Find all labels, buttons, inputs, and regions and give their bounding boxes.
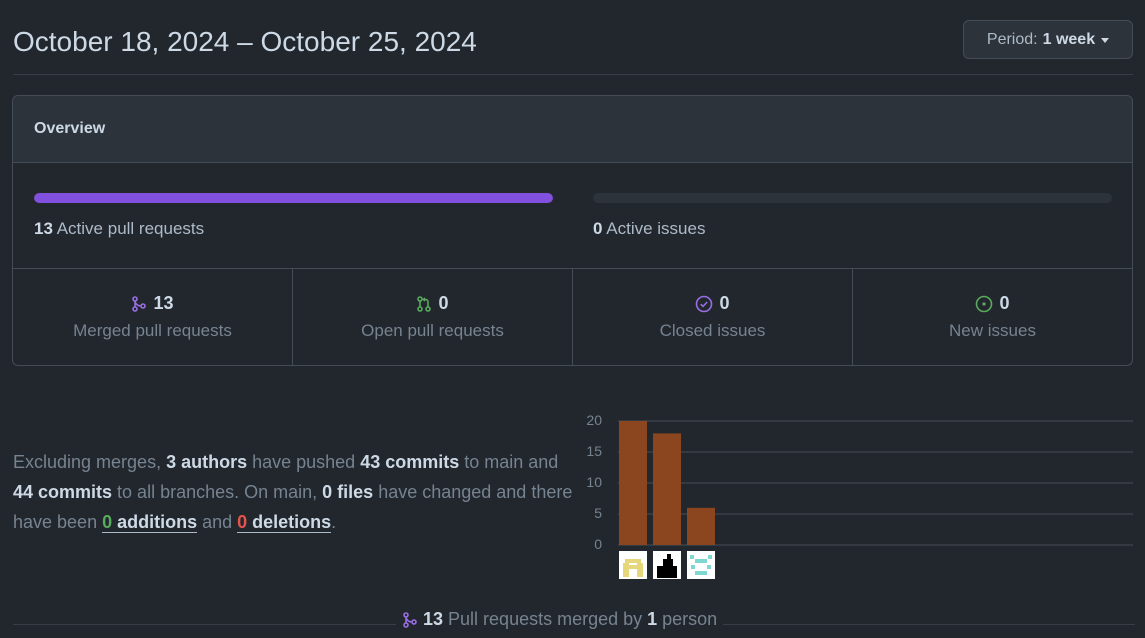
y-tick-label: 20	[586, 412, 602, 428]
active-pr-label[interactable]: 13 Active pull requests	[34, 219, 204, 239]
summary-files: 0 files	[322, 482, 374, 502]
summary-text: and	[197, 512, 238, 532]
y-tick-label: 0	[594, 536, 602, 552]
active-pr-text: Active pull requests	[56, 219, 205, 238]
y-tick-label: 10	[586, 474, 602, 490]
stat-merged-value: 13	[153, 293, 174, 313]
y-tick-label: 15	[586, 443, 602, 459]
stat-new-value: 0	[999, 293, 1010, 313]
stat-open-value: 0	[438, 293, 449, 313]
avatar[interactable]	[653, 551, 681, 579]
stat-closed-issues[interactable]: 0 Closed issues	[573, 269, 853, 365]
active-pr-bar	[34, 193, 553, 203]
commit-summary: Excluding merges, 3 authors have pushed …	[13, 447, 578, 537]
activity-bars: 13 Active pull requests 0 Active issues	[13, 163, 1132, 269]
additions-count: 0	[102, 512, 113, 532]
merged-by-people-count: 1	[647, 609, 658, 629]
period-label: Period:	[986, 30, 1038, 48]
additions-label: additions	[112, 512, 198, 532]
issue-closed-icon	[696, 295, 713, 312]
stat-closed-value: 0	[719, 293, 730, 313]
stats-row: 13 Merged pull requests 0 Open pull requ…	[13, 269, 1132, 365]
y-tick-label: 5	[594, 505, 602, 521]
stat-open-prs[interactable]: 0 Open pull requests	[293, 269, 573, 365]
active-issues-text: Active issues	[606, 219, 706, 238]
chart-bar[interactable]	[619, 421, 647, 545]
overview-title: Overview	[13, 96, 1132, 163]
stat-merged-prs[interactable]: 13 Merged pull requests	[13, 269, 293, 365]
git-merge-icon	[403, 611, 417, 628]
summary-text: have pushed	[247, 452, 361, 472]
stat-new-issues[interactable]: 0 New issues	[853, 269, 1132, 365]
chart-bar[interactable]	[687, 507, 715, 545]
summary-authors: 3 authors	[166, 452, 248, 472]
period-dropdown-button[interactable]: Period: 1 week	[963, 20, 1133, 59]
summary-commits-all: 44 commits	[13, 482, 113, 502]
period-value: 1 week	[1042, 30, 1096, 48]
active-issues-count: 0	[593, 219, 603, 238]
stat-merged-label: Merged pull requests	[73, 321, 232, 340]
stat-new-label: New issues	[949, 321, 1036, 340]
date-range-title: October 18, 2024 – October 25, 2024	[13, 26, 477, 57]
git-pull-request-icon	[417, 295, 432, 312]
deletions-label: deletions	[247, 512, 332, 532]
merged-by-summary: 13 Pull requests merged by 1 person	[396, 609, 724, 630]
active-issues-bar	[593, 193, 1112, 203]
issue-opened-icon	[976, 295, 993, 312]
page-header: October 18, 2024 – October 25, 2024 Peri…	[13, 0, 1133, 75]
deletions-link[interactable]: 0 deletions	[237, 512, 332, 533]
stat-closed-label: Closed issues	[659, 321, 766, 340]
merged-pr-count: 13	[423, 609, 444, 629]
merged-by-person-text: person	[662, 609, 718, 629]
summary-text: to main and	[459, 452, 559, 472]
summary-text: .	[331, 512, 337, 532]
active-pr-count: 13	[34, 219, 53, 238]
stat-open-label: Open pull requests	[361, 321, 504, 340]
overview-panel: Overview 13 Active pull requests 0 Activ…	[12, 95, 1133, 366]
commits-by-author-chart: 0 5 10 15 20	[586, 412, 1133, 579]
caret-down-icon	[1101, 38, 1110, 43]
chart-bar[interactable]	[653, 433, 681, 545]
summary-text: Excluding merges,	[13, 452, 167, 472]
summary-commits-main: 43 commits	[360, 452, 460, 472]
summary-text: to all branches. On main,	[112, 482, 323, 502]
git-merge-icon	[132, 295, 147, 312]
merged-by-text: Pull requests merged by	[448, 609, 643, 629]
avatar[interactable]	[687, 551, 715, 579]
active-issues-label[interactable]: 0 Active issues	[593, 219, 705, 239]
avatar[interactable]	[619, 551, 647, 579]
deletions-count: 0	[237, 512, 248, 532]
active-pr-bar-fill	[34, 193, 553, 203]
additions-link[interactable]: 0 additions	[102, 512, 198, 533]
